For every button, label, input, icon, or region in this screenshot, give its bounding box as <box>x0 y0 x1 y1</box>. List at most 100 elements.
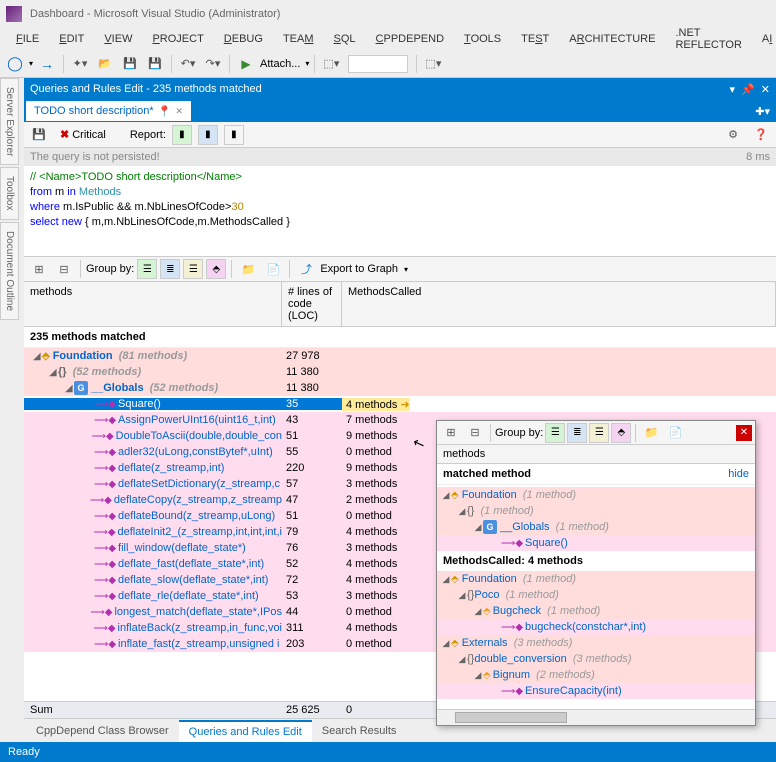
methods-popup: ⊞ ⊟ Group by: ☰ ≣ ☰ ⬘ 📁 📄 ✕ methods matc… <box>436 420 756 726</box>
undo-icon[interactable]: ↶▾ <box>177 53 199 75</box>
status-ready: Ready <box>8 746 40 758</box>
pop-groupby: Group by: <box>495 427 543 439</box>
open-icon[interactable]: 📂 <box>94 53 116 75</box>
menu-netreflector[interactable]: .NET REFLECTOR <box>665 24 751 54</box>
grp-g[interactable]: ☰ <box>137 259 157 279</box>
menu-sql[interactable]: SQL <box>324 30 366 48</box>
col-methods[interactable]: methods <box>24 282 282 326</box>
menu-tools[interactable]: TOOLS <box>454 30 511 48</box>
config-dropdown[interactable] <box>348 55 408 73</box>
grp-b[interactable]: ≣ <box>160 259 180 279</box>
doc-icon[interactable]: 📄 <box>262 258 284 280</box>
menu-debug[interactable]: DEBUG <box>214 30 273 48</box>
grid-btn1[interactable]: ⊞ <box>28 258 50 280</box>
menu-bar: FILE EDIT VIEW PROJECT DEBUG TEAM SQL CP… <box>0 28 776 50</box>
redo-icon[interactable]: ↷▾ <box>202 53 224 75</box>
tab-pin-icon[interactable]: 📍 <box>158 105 172 118</box>
main-toolbar: ◯▾ → ✦▾ 📂 💾 💾 ↶▾ ↷▾ ▶ Attach...▾ ⬚▾ ⬚▾ <box>0 50 776 78</box>
pop-col-header: methods <box>437 445 755 464</box>
tab-add-icon[interactable]: ✚▾ <box>755 105 770 118</box>
start-icon[interactable]: ▶ <box>235 53 257 75</box>
sidetab-doc-outline[interactable]: Document Outline <box>0 222 19 320</box>
groupby-label: Group by: <box>86 263 134 275</box>
list-item[interactable]: ◢G__Globals (1 method) <box>437 519 755 535</box>
list-item[interactable]: ◢{} Poco (1 method) <box>437 587 755 603</box>
persist-status: The query is not persisted! <box>30 151 160 163</box>
menu-architecture[interactable]: ARCHITECTURE <box>559 30 665 48</box>
menu-edit[interactable]: EDIT <box>49 30 94 48</box>
window-title: Dashboard - Microsoft Visual Studio (Adm… <box>30 8 280 20</box>
panel-pin-icon[interactable]: 📌 <box>741 83 755 96</box>
folder-icon[interactable]: 📁 <box>237 258 259 280</box>
list-item[interactable]: ◢⬘Bignum (2 methods) <box>437 667 755 683</box>
new-icon[interactable]: ✦▾ <box>69 53 91 75</box>
col-loc[interactable]: # lines of code (LOC) <box>282 282 342 326</box>
editor-tab[interactable]: TODO short description* 📍 ✕ <box>26 101 191 121</box>
table-row[interactable]: ◢⬘Foundation (81 methods)27 978 <box>24 348 776 364</box>
pop-btn2[interactable]: ⊟ <box>464 422 486 444</box>
menu-file[interactable]: FILE <box>6 30 49 48</box>
critical-toggle[interactable]: ✖Critical <box>56 126 110 143</box>
grp-m[interactable]: ⬘ <box>206 259 226 279</box>
pop-folder-icon[interactable]: 📁 <box>640 422 662 444</box>
save-icon[interactable]: 💾 <box>119 53 141 75</box>
pop-matched: matched method <box>443 468 531 480</box>
list-item[interactable]: ◢⬘Foundation (1 method) <box>437 571 755 587</box>
pop-btn1[interactable]: ⊞ <box>440 422 462 444</box>
table-row[interactable]: ◢{} (52 methods)11 380 <box>24 364 776 380</box>
panel-menu-icon[interactable]: ▾ <box>730 83 736 96</box>
config-icon[interactable]: ⬚▾ <box>320 53 342 75</box>
gear-icon[interactable]: ⚙ <box>722 124 744 146</box>
sidetab-server-explorer[interactable]: Server Explorer <box>0 78 19 165</box>
report-btn1[interactable]: ▮ <box>172 125 192 145</box>
grp-y[interactable]: ☰ <box>183 259 203 279</box>
table-row[interactable]: ⟶◆Square()354 methods ➜ <box>24 396 776 412</box>
list-item[interactable]: ◢{} double_conversion (3 methods) <box>437 651 755 667</box>
menu-view[interactable]: VIEW <box>94 30 142 48</box>
saveall-icon[interactable]: 💾 <box>144 53 166 75</box>
menu-team[interactable]: TEAM <box>273 30 324 48</box>
btab-search[interactable]: Search Results <box>312 721 407 741</box>
list-item[interactable]: ⟶◆EnsureCapacity(int) <box>437 683 755 699</box>
report-btn2[interactable]: ▮ <box>198 125 218 145</box>
popup-hscroll[interactable] <box>437 709 755 725</box>
hide-link[interactable]: hide <box>728 468 749 480</box>
menu-test[interactable]: TEST <box>511 30 559 48</box>
popup-close-icon[interactable]: ✕ <box>736 425 752 441</box>
pop-grp-y[interactable]: ☰ <box>589 423 609 443</box>
btab-class-browser[interactable]: CppDepend Class Browser <box>26 721 179 741</box>
report-btn3[interactable]: ▮ <box>224 125 244 145</box>
export-graph-button[interactable]: Export to Graph <box>320 263 398 275</box>
pop-grp-b[interactable]: ≣ <box>567 423 587 443</box>
menu-analyze[interactable]: AI <box>752 30 776 48</box>
list-item[interactable]: ◢⬘Externals (3 methods) <box>437 635 755 651</box>
tab-close-icon[interactable]: ✕ <box>175 106 183 117</box>
grid-btn2[interactable]: ⊟ <box>53 258 75 280</box>
nav-fwd-icon[interactable]: → <box>36 53 58 75</box>
sum-mc: 0 <box>342 704 352 716</box>
btab-queries[interactable]: Queries and Rules Edit <box>179 720 312 742</box>
report-label: Report: <box>130 129 166 141</box>
pop-grp-m[interactable]: ⬘ <box>611 423 631 443</box>
save-query-icon[interactable]: 💾 <box>28 124 50 146</box>
pop-grp-g[interactable]: ☰ <box>545 423 565 443</box>
list-item[interactable]: ◢⬘Foundation (1 method) <box>437 487 755 503</box>
extra-icon[interactable]: ⬚▾ <box>422 53 444 75</box>
code-editor[interactable]: // <Name>TODO short description</Name> f… <box>24 166 776 256</box>
export-icon[interactable]: ⤴ <box>295 258 317 280</box>
list-item[interactable]: ⟶◆bugcheck(constchar*,int) <box>437 619 755 635</box>
list-item[interactable]: ◢⬘Bugcheck (1 method) <box>437 603 755 619</box>
panel-close-icon[interactable]: ✕ <box>761 83 770 96</box>
sidetab-toolbox[interactable]: Toolbox <box>0 167 19 219</box>
pop-doc-icon[interactable]: 📄 <box>664 422 686 444</box>
help-icon[interactable]: ❓ <box>750 124 772 146</box>
mc-title: MethodsCalled: 4 methods <box>437 551 755 571</box>
menu-project[interactable]: PROJECT <box>142 30 213 48</box>
list-item[interactable]: ◢{} (1 method) <box>437 503 755 519</box>
list-item[interactable]: ⟶◆Square() <box>437 535 755 551</box>
table-row[interactable]: ◢G__Globals (52 methods)11 380 <box>24 380 776 396</box>
attach-button[interactable]: Attach... <box>260 58 300 70</box>
col-mc[interactable]: MethodsCalled <box>342 282 776 326</box>
nav-back-icon[interactable]: ◯ <box>4 53 26 75</box>
menu-cppdepend[interactable]: CPPDEPEND <box>366 30 454 48</box>
